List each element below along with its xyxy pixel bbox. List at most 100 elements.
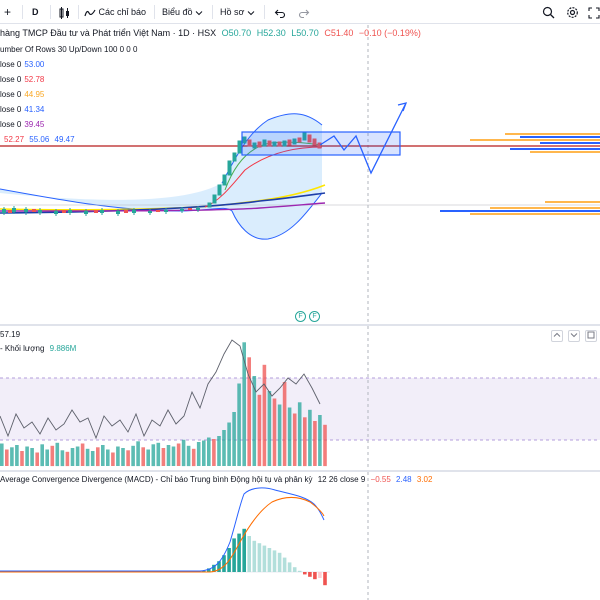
macd-hist-value: −0.55 — [370, 475, 391, 484]
volume-bar — [207, 437, 211, 466]
volume-bar — [272, 398, 277, 466]
bb-upper-value: 55.06 — [29, 135, 50, 144]
volume-bar — [111, 452, 115, 466]
macd-value: 2.48 — [396, 475, 412, 484]
add-symbol-button[interactable]: + — [4, 4, 11, 20]
interval-button[interactable]: D — [32, 4, 39, 20]
volume-legend[interactable]: - Khối lượng 9.886M — [0, 344, 76, 354]
toolbar-divider — [50, 5, 51, 19]
chevron-down-icon — [195, 10, 203, 15]
volume-bar — [85, 448, 90, 467]
symbol-title: hàng TMCP Đầu tư và Phát triển Việt Nam … — [0, 28, 217, 38]
volume-bar — [121, 448, 125, 466]
toolbar-divider — [212, 5, 213, 19]
macd-histogram — [202, 528, 327, 586]
volume-bar — [176, 443, 181, 466]
volume-bar — [30, 448, 34, 466]
macd-chart-canvas[interactable] — [0, 472, 600, 600]
settings-button[interactable] — [566, 4, 579, 20]
ma-label: lose 0 — [0, 60, 22, 69]
pane-maximize-button[interactable] — [585, 330, 597, 342]
ma-legend-2[interactable]: lose 0 52.78 — [0, 75, 44, 85]
volume-bar — [257, 394, 262, 467]
maximize-icon — [587, 331, 595, 339]
pane-up-button[interactable] — [551, 330, 563, 342]
ohlc-open-label: O — [221, 28, 229, 38]
volume-bar — [191, 448, 196, 467]
volume-bar — [60, 450, 65, 467]
search-icon — [542, 7, 555, 19]
volume-bar — [116, 446, 120, 466]
volume-profile — [440, 133, 600, 215]
volume-bar — [131, 445, 135, 467]
ma-value: 52.78 — [24, 75, 45, 84]
volume-bar — [106, 449, 110, 466]
chart-menu-button[interactable]: Biểu đồ — [162, 4, 203, 20]
volume-bar — [96, 447, 100, 467]
bb-lower-value: 49.47 — [54, 135, 75, 144]
bollinger-legend[interactable]: 52.27 55.06 49.47 — [0, 135, 75, 145]
volume-bar — [50, 445, 55, 467]
volume-chart-canvas[interactable] — [0, 326, 600, 470]
indicators-icon — [84, 9, 96, 16]
ma-legend-4[interactable]: lose 0 41.34 — [0, 105, 44, 115]
undo-icon — [274, 9, 286, 18]
volume-bar — [282, 382, 287, 466]
volume-bar — [146, 449, 150, 466]
templates-label: Hồ sơ — [220, 7, 245, 17]
price-pane[interactable]: hàng TMCP Đầu tư và Phát triển Việt Nam … — [0, 25, 600, 324]
gear-icon — [567, 7, 578, 19]
volume-bar — [232, 412, 236, 466]
volume-bar — [297, 402, 302, 467]
volume-bar — [217, 436, 221, 466]
ohlc-high: 52.30 — [263, 28, 286, 38]
redo-button[interactable] — [298, 4, 310, 20]
pane-down-button[interactable] — [568, 330, 580, 342]
volume-bar — [318, 415, 322, 466]
volume-bar — [267, 391, 272, 466]
price-chart-canvas[interactable] — [0, 25, 600, 324]
ma-legend-5[interactable]: lose 0 39.45 — [0, 120, 44, 130]
fullscreen-button[interactable] — [588, 4, 600, 20]
volume-bar — [212, 439, 216, 466]
volume-bar — [126, 450, 130, 467]
volume-bar — [196, 442, 201, 466]
financials-badge[interactable]: F — [295, 311, 306, 322]
volume-bar — [20, 451, 24, 466]
indicators-button[interactable]: Các chỉ báo — [84, 4, 146, 20]
macd-hist-bar — [297, 570, 302, 572]
macd-hist-bar — [272, 550, 277, 572]
ma-value: 44.95 — [24, 90, 45, 99]
financials-badge[interactable]: F — [309, 311, 320, 322]
volume-bar — [70, 448, 75, 466]
quick-search-button[interactable] — [542, 4, 555, 20]
volume-bar — [313, 421, 317, 466]
ma-value: 53.00 — [24, 60, 45, 69]
redo-icon — [298, 9, 310, 18]
macd-legend[interactable]: Average Convergence Divergence (MACD) - … — [0, 475, 432, 485]
ma-legend-3[interactable]: lose 0 44.95 — [0, 90, 44, 100]
templates-button[interactable]: Hồ sơ — [220, 4, 255, 20]
undo-button[interactable] — [274, 4, 286, 20]
volume-bar — [45, 449, 49, 466]
volume-pane[interactable]: 57.19 - Khối lượng 9.886M — [0, 326, 600, 470]
volume-bar — [80, 443, 85, 466]
volume-bar — [161, 448, 166, 466]
volume-bar — [151, 444, 156, 467]
volume-bar — [136, 441, 140, 467]
volume-bar — [101, 445, 105, 466]
chart-style-button[interactable] — [58, 4, 72, 20]
indicators-label: Các chỉ báo — [98, 7, 147, 17]
signal-value: 3.02 — [416, 475, 433, 484]
volume-profile-legend[interactable]: umber Of Rows 30 Up/Down 100 0 0 0 — [0, 45, 137, 55]
volume-bar — [55, 442, 60, 467]
symbol-legend[interactable]: hàng TMCP Đầu tư và Phát triển Việt Nam … — [0, 28, 421, 38]
volume-bar — [0, 443, 4, 466]
ma-legend-1[interactable]: lose 0 53.00 — [0, 60, 44, 70]
volume-bar — [303, 417, 307, 467]
macd-pane[interactable]: Average Convergence Divergence (MACD) - … — [0, 472, 600, 600]
macd-hist-bar — [323, 572, 327, 586]
macd-hist-bar — [252, 540, 257, 572]
ohlc-close: 51.40 — [330, 28, 354, 38]
macd-hist-bar — [318, 572, 322, 578]
